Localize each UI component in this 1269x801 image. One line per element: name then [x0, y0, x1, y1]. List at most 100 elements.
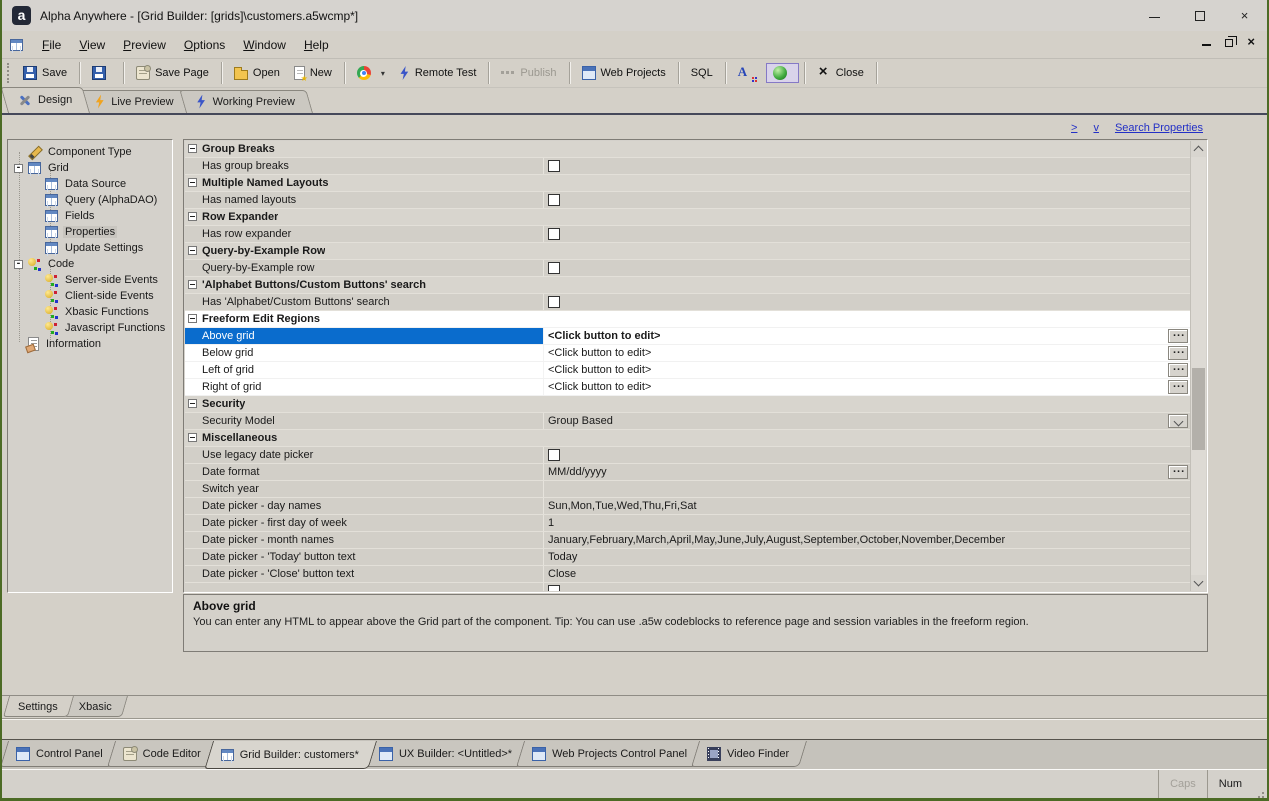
property-row[interactable]: Date format MM/dd/yyyy: [185, 464, 1190, 481]
property-row[interactable]: Security Model Group Based: [185, 413, 1190, 430]
property-row[interactable]: Date picker - 'Close' button text Close: [185, 566, 1190, 583]
tree-item[interactable]: Javascript Functions: [8, 320, 172, 336]
toolbar-button[interactable]: [79, 62, 81, 84]
scroll-down-icon[interactable]: [1191, 575, 1206, 591]
child-close-icon[interactable]: ×: [1247, 35, 1255, 48]
tree-expander-icon[interactable]: -: [14, 259, 23, 269]
menu-item[interactable]: Options: [175, 35, 234, 55]
toolbar-button[interactable]: Close: [810, 63, 871, 83]
collapse-section-icon[interactable]: [188, 178, 197, 187]
close-button[interactable]: ×: [1222, 0, 1267, 31]
toolbar-grip[interactable]: [7, 63, 11, 83]
toolbar-button[interactable]: [875, 62, 877, 84]
toolbar-button[interactable]: Save Page: [129, 63, 216, 83]
menu-item[interactable]: Help: [295, 35, 338, 55]
maximize-button[interactable]: [1177, 0, 1222, 31]
toolbar-button[interactable]: [343, 62, 345, 84]
scroll-up-icon[interactable]: [1191, 141, 1206, 157]
property-control[interactable]: [1168, 464, 1188, 479]
property-value-cell[interactable]: [543, 260, 1190, 276]
mdi-tab[interactable]: UX Builder: <Untitled>*: [371, 741, 530, 767]
toolbar-button[interactable]: [568, 62, 570, 84]
tree-item[interactable]: Client-side Events: [8, 288, 172, 304]
scrollbar-thumb[interactable]: [1192, 368, 1205, 450]
toolbar-button[interactable]: [677, 62, 679, 84]
property-control[interactable]: [1168, 328, 1188, 343]
property-row[interactable]: Right of grid <Click button to edit>: [185, 379, 1190, 396]
panel-tab[interactable]: Xbasic: [70, 696, 128, 717]
collapse-section-icon[interactable]: [188, 399, 197, 408]
property-value-cell[interactable]: <Click button to edit>: [543, 379, 1190, 395]
minimize-button[interactable]: [1132, 0, 1177, 31]
search-properties-link[interactable]: Search Properties: [1115, 122, 1203, 134]
property-control[interactable]: [548, 296, 560, 308]
property-value-cell[interactable]: Close: [543, 566, 1190, 582]
toolbar-button[interactable]: [803, 62, 805, 84]
property-row[interactable]: Group Breaks: [185, 141, 1190, 158]
property-row[interactable]: Freeform Edit Regions: [185, 311, 1190, 328]
property-row[interactable]: Date picker - month names January,Februa…: [185, 532, 1190, 549]
property-row[interactable]: Miscellaneous: [185, 430, 1190, 447]
property-row[interactable]: Row Expander: [185, 209, 1190, 226]
property-row[interactable]: Left of grid <Click button to edit>: [185, 362, 1190, 379]
tree-expander-icon[interactable]: -: [14, 163, 23, 173]
toolbar-button[interactable]: [765, 63, 799, 83]
property-row[interactable]: Has named layouts: [185, 192, 1190, 209]
property-row[interactable]: 'Alphabet Buttons/Custom Buttons' search: [185, 277, 1190, 294]
property-control[interactable]: [1168, 345, 1188, 360]
tree-item[interactable]: Information: [8, 336, 172, 352]
tree-item[interactable]: - Code: [8, 256, 172, 272]
property-row[interactable]: Date picker - day names Sun,Mon,Tue,Wed,…: [185, 498, 1190, 515]
property-value-cell[interactable]: <Click button to edit>: [543, 345, 1190, 361]
collapse-section-icon[interactable]: [188, 212, 197, 221]
property-row[interactable]: Switch year: [185, 481, 1190, 498]
toolbar-button[interactable]: New: [287, 63, 339, 83]
property-control[interactable]: [1168, 379, 1188, 394]
property-value-cell[interactable]: [543, 158, 1190, 174]
property-value-cell[interactable]: [543, 294, 1190, 310]
mdi-tab[interactable]: Grid Builder: customers*: [213, 741, 377, 769]
tree-item[interactable]: Query (AlphaDAO): [8, 192, 172, 208]
property-value-cell[interactable]: [543, 481, 1190, 497]
property-value-cell[interactable]: 1: [543, 515, 1190, 531]
property-value-cell[interactable]: Today: [543, 549, 1190, 565]
property-value-cell[interactable]: [543, 583, 1190, 591]
vertical-scrollbar[interactable]: [1190, 141, 1206, 591]
property-row[interactable]: Query-by-Example row: [185, 260, 1190, 277]
toolbar-button[interactable]: Save: [16, 63, 74, 83]
property-row[interactable]: Has row expander: [185, 226, 1190, 243]
property-row[interactable]: Query-by-Example Row: [185, 243, 1190, 260]
toolbar-button[interactable]: Web Projects: [575, 63, 673, 83]
collapse-section-icon[interactable]: [188, 433, 197, 442]
menu-item[interactable]: File: [33, 35, 70, 55]
property-control[interactable]: [548, 262, 560, 274]
tree-item[interactable]: - Grid: [8, 160, 172, 176]
tree-item[interactable]: Data Source: [8, 176, 172, 192]
property-row[interactable]: Has group breaks: [185, 158, 1190, 175]
property-value-cell[interactable]: January,February,March,April,May,June,Ju…: [543, 532, 1190, 548]
collapse-section-icon[interactable]: [188, 144, 197, 153]
property-value-cell[interactable]: [543, 226, 1190, 242]
property-value-cell[interactable]: Sun,Mon,Tue,Wed,Thu,Fri,Sat: [543, 498, 1190, 514]
collapse-all-link[interactable]: >: [1071, 122, 1077, 134]
property-value-cell[interactable]: [543, 192, 1190, 208]
menu-item[interactable]: View: [70, 35, 114, 55]
property-value-cell[interactable]: <Click button to edit>: [543, 362, 1190, 378]
view-tab[interactable]: Working Preview: [186, 90, 313, 113]
toolbar-button[interactable]: [220, 62, 222, 84]
property-control[interactable]: [548, 160, 560, 172]
toolbar-button[interactable]: Publish: [494, 63, 563, 83]
menu-item[interactable]: Preview: [114, 35, 175, 55]
toolbar-button[interactable]: [123, 62, 125, 84]
property-control[interactable]: [1168, 414, 1188, 428]
property-row[interactable]: Above grid <Click button to edit>: [185, 328, 1190, 345]
child-minimize-icon[interactable]: [1202, 43, 1212, 46]
view-tab[interactable]: Live Preview: [84, 90, 191, 113]
tree-item[interactable]: Properties: [8, 224, 172, 240]
tree-item[interactable]: Server-side Events: [8, 272, 172, 288]
property-row[interactable]: Security: [185, 396, 1190, 413]
tree-item[interactable]: Update Settings: [8, 240, 172, 256]
toolbar-button[interactable]: Open: [227, 64, 287, 83]
property-control[interactable]: [548, 228, 560, 240]
mdi-tab[interactable]: Web Projects Control Panel: [524, 741, 705, 767]
